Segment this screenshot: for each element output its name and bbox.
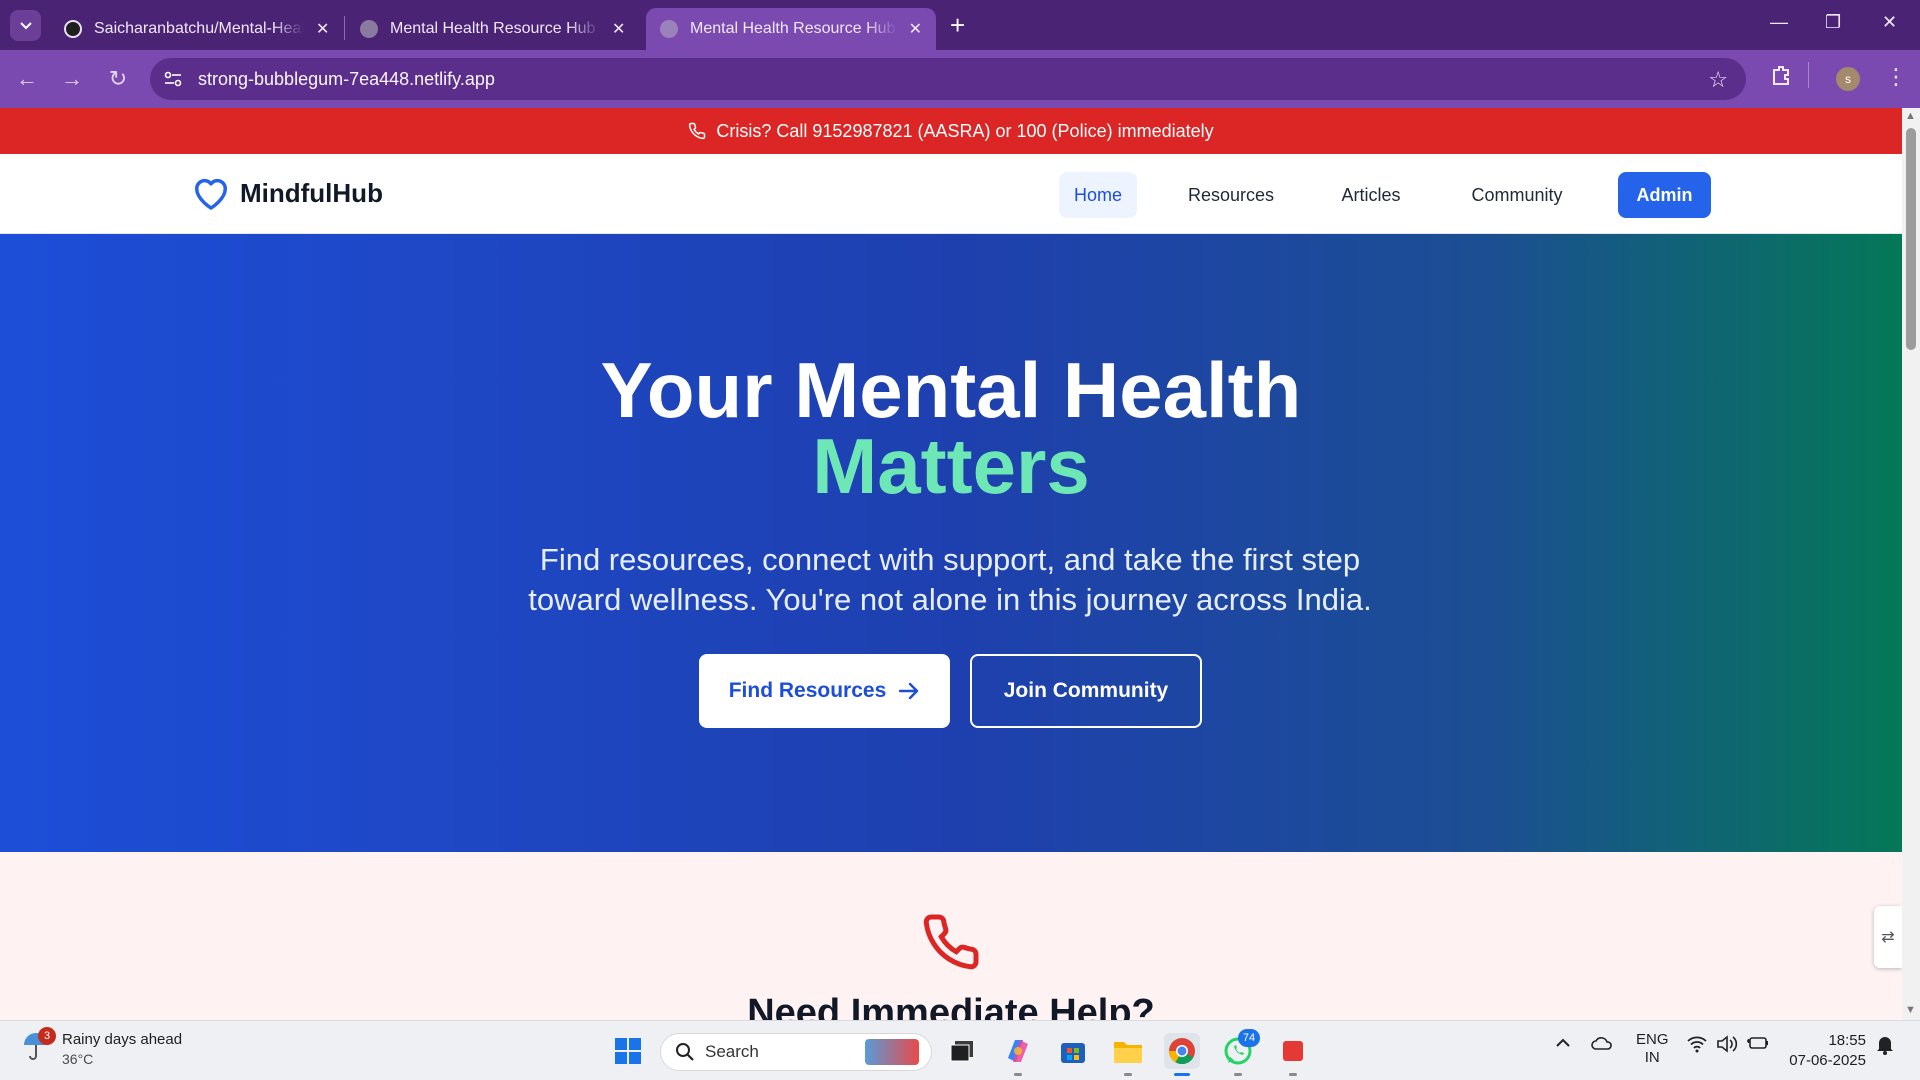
web-page: Crisis? Call 9152987821 (AASRA) or 100 (… bbox=[0, 108, 1902, 1020]
hero-section: Your Mental Health Matters Find resource… bbox=[0, 234, 1902, 856]
browser-toolbar: ← → ↻ strong-bubblegum-7ea448.netlify.ap… bbox=[0, 50, 1920, 108]
browser-tab-hub-active[interactable]: Mental Health Resource Hub - S ✕ bbox=[646, 8, 936, 50]
app-running-indicator bbox=[1234, 1073, 1242, 1076]
reload-icon[interactable]: ↻ bbox=[103, 64, 133, 94]
chevron-down-icon bbox=[19, 21, 32, 29]
volume-icon[interactable] bbox=[1716, 1035, 1738, 1057]
logo-text: MindfulHub bbox=[240, 177, 383, 208]
wifi-icon[interactable] bbox=[1686, 1035, 1708, 1057]
tab-separator bbox=[344, 16, 345, 40]
tray-overflow-chevron-icon[interactable] bbox=[1555, 1035, 1571, 1052]
hero-title: Your Mental Health Matters bbox=[0, 351, 1902, 510]
heart-icon bbox=[195, 178, 227, 210]
app-running-indicator bbox=[1014, 1073, 1022, 1076]
app-running-indicator bbox=[1289, 1073, 1297, 1076]
hero-title-line1: Your Mental Health bbox=[600, 346, 1302, 434]
hero-subtitle: Find resources, connect with support, an… bbox=[528, 542, 1372, 617]
bookmark-star-icon[interactable]: ☆ bbox=[1708, 67, 1728, 93]
site-logo[interactable]: MindfulHub bbox=[192, 175, 383, 211]
minimize-icon[interactable]: — bbox=[1770, 12, 1788, 33]
close-window-icon[interactable]: ✕ bbox=[1882, 12, 1897, 33]
hero-title-accent: Matters bbox=[812, 422, 1090, 510]
tab-close-icon[interactable]: ✕ bbox=[909, 19, 922, 39]
tab-search-button[interactable] bbox=[10, 10, 41, 41]
onedrive-cloud-icon[interactable] bbox=[1590, 1035, 1614, 1055]
join-community-button[interactable]: Join Community bbox=[970, 654, 1202, 728]
admin-button[interactable]: Admin bbox=[1618, 172, 1711, 218]
toolbar-divider bbox=[1808, 62, 1809, 88]
tab-close-icon[interactable]: ✕ bbox=[316, 19, 329, 39]
extensions-icon[interactable] bbox=[1770, 64, 1792, 92]
forward-icon[interactable]: → bbox=[57, 64, 87, 94]
tab-title: Saicharanbatchu/Mental-Health-Resource-H… bbox=[94, 20, 304, 37]
language-indicator[interactable]: ENG IN bbox=[1636, 1031, 1669, 1067]
github-icon bbox=[64, 20, 82, 38]
file-explorer-icon[interactable] bbox=[1110, 1033, 1146, 1069]
notification-bell-icon[interactable] bbox=[1876, 1035, 1894, 1059]
site-info-icon[interactable] bbox=[162, 68, 184, 90]
umbrella-icon: 3 bbox=[22, 1027, 56, 1067]
weather-badge: 3 bbox=[38, 1027, 56, 1045]
browser-tab-github[interactable]: Saicharanbatchu/Mental-Health-Resource-H… bbox=[50, 8, 343, 50]
restore-icon[interactable]: ❐ bbox=[1825, 12, 1841, 33]
help-title: Need Immediate Help? bbox=[747, 992, 1155, 1020]
windows-start-icon[interactable] bbox=[610, 1033, 646, 1069]
taskbar-search[interactable]: Search bbox=[660, 1033, 932, 1071]
side-widget-tab[interactable]: ⇄ bbox=[1874, 906, 1902, 968]
page-scrollbar[interactable]: ▲ ▼ bbox=[1902, 108, 1920, 1020]
nav-community[interactable]: Community bbox=[1455, 172, 1579, 218]
site-header: MindfulHub Home Resources Articles Commu… bbox=[0, 154, 1902, 234]
scrollbar-thumb[interactable] bbox=[1906, 128, 1916, 350]
globe-icon bbox=[360, 20, 378, 38]
chrome-icon[interactable] bbox=[1164, 1033, 1200, 1069]
phone-icon bbox=[921, 912, 981, 977]
tab-title: Mental Health Resource Hub - S bbox=[390, 20, 600, 37]
weather-widget[interactable]: 3 Rainy days ahead 36°C bbox=[22, 1027, 183, 1067]
red-app-icon[interactable] bbox=[1275, 1033, 1311, 1069]
find-resources-button[interactable]: Find Resources bbox=[699, 654, 950, 728]
url-text: strong-bubblegum-7ea448.netlify.app bbox=[198, 68, 495, 89]
lang-top: ENG bbox=[1636, 1031, 1669, 1048]
task-view-icon[interactable] bbox=[944, 1033, 980, 1069]
nav-articles[interactable]: Articles bbox=[1325, 172, 1417, 218]
globe-icon bbox=[660, 20, 678, 38]
scroll-down-icon[interactable]: ▼ bbox=[1905, 1004, 1916, 1016]
store-icon[interactable] bbox=[1055, 1033, 1091, 1069]
search-label: Search bbox=[705, 1042, 759, 1061]
battery-icon[interactable] bbox=[1746, 1035, 1770, 1055]
clock-date: 07-06-2025 bbox=[1789, 1052, 1866, 1069]
nav-home[interactable]: Home bbox=[1059, 172, 1137, 218]
arrow-right-icon bbox=[898, 681, 920, 701]
nav-resources[interactable]: Resources bbox=[1175, 172, 1287, 218]
app-active-indicator bbox=[1174, 1073, 1190, 1076]
system-clock[interactable]: 18:55 07-06-2025 bbox=[1786, 1031, 1866, 1071]
weather-temp: 36°C bbox=[62, 1051, 94, 1067]
search-highlight-image bbox=[865, 1039, 919, 1065]
lang-bottom: IN bbox=[1644, 1049, 1660, 1066]
app-running-indicator bbox=[1124, 1073, 1132, 1076]
address-bar[interactable]: strong-bubblegum-7ea448.netlify.app ☆ bbox=[150, 58, 1746, 100]
new-tab-button[interactable]: + bbox=[950, 12, 965, 38]
profile-avatar[interactable]: s bbox=[1836, 67, 1860, 91]
crisis-text: Crisis? Call 9152987821 (AASRA) or 100 (… bbox=[716, 120, 1214, 141]
os-taskbar: 3 Rainy days ahead 36°C Search 74 ENG IN… bbox=[0, 1020, 1920, 1080]
crisis-banner: Crisis? Call 9152987821 (AASRA) or 100 (… bbox=[0, 108, 1902, 154]
search-icon bbox=[676, 1043, 694, 1061]
immediate-help-section: Need Immediate Help? bbox=[0, 852, 1902, 1020]
tab-close-icon[interactable]: ✕ bbox=[612, 19, 625, 39]
find-resources-label: Find Resources bbox=[728, 679, 887, 702]
browser-menu-icon[interactable]: ⋮ bbox=[1885, 64, 1907, 90]
browser-tab-hub-1[interactable]: Mental Health Resource Hub - S ✕ bbox=[346, 8, 639, 50]
clock-time: 18:55 bbox=[1828, 1032, 1866, 1049]
phone-icon bbox=[688, 122, 706, 140]
whatsapp-icon[interactable]: 74 bbox=[1220, 1029, 1260, 1069]
scroll-up-icon[interactable]: ▲ bbox=[1905, 110, 1916, 122]
copilot-icon[interactable] bbox=[1000, 1033, 1036, 1069]
whatsapp-badge: 74 bbox=[1238, 1029, 1260, 1047]
weather-title: Rainy days ahead bbox=[62, 1031, 183, 1048]
back-icon[interactable]: ← bbox=[12, 64, 42, 94]
tab-title: Mental Health Resource Hub - S bbox=[690, 20, 897, 37]
browser-tab-strip: Saicharanbatchu/Mental-Health-Resource-H… bbox=[0, 0, 1920, 50]
